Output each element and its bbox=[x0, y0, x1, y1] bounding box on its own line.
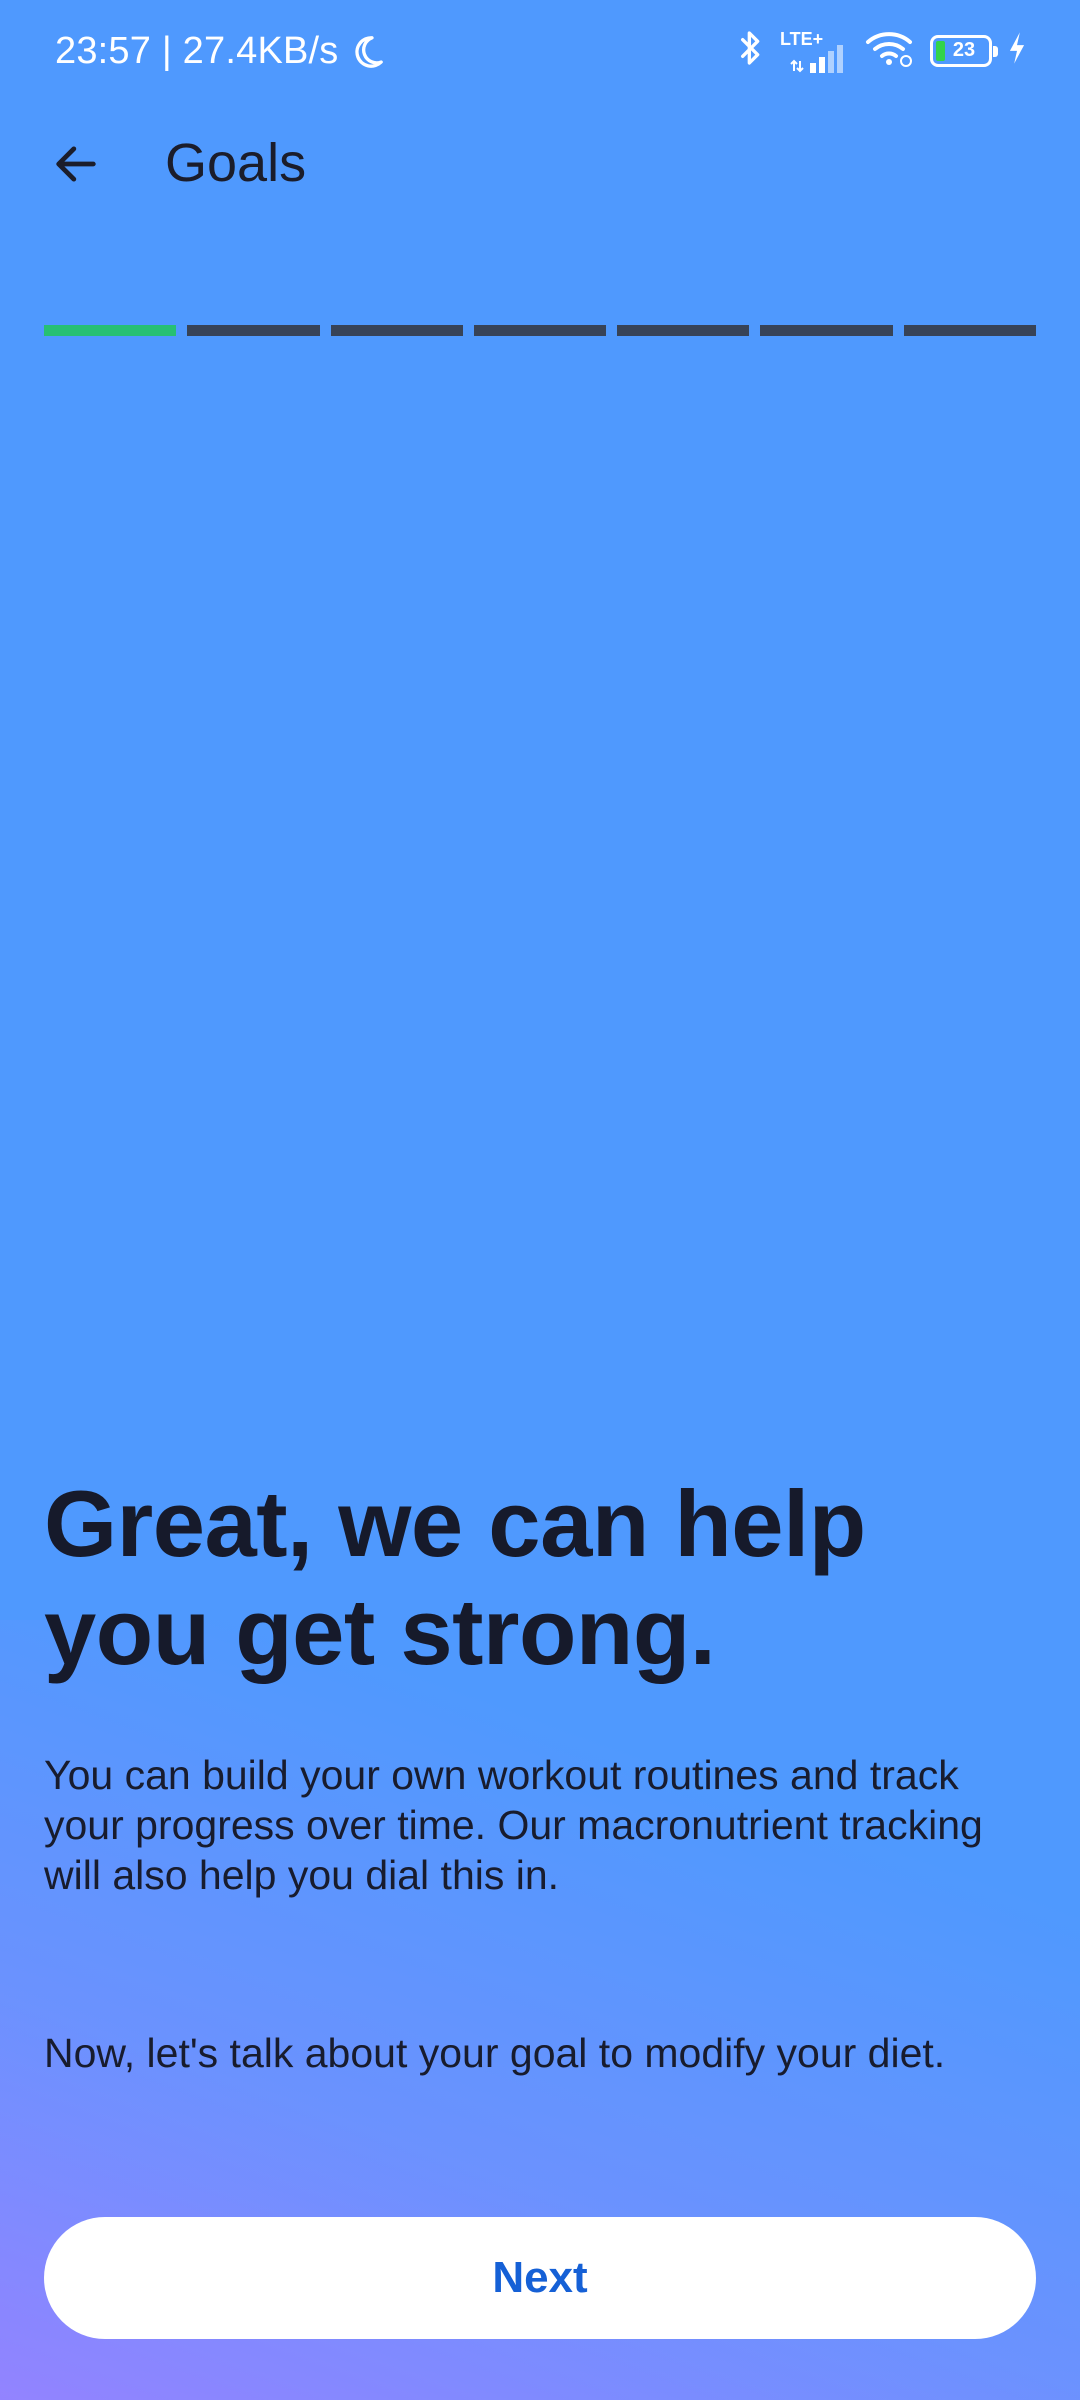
progress-segment bbox=[187, 325, 320, 336]
bluetooth-icon bbox=[736, 28, 766, 73]
moon-icon bbox=[347, 32, 387, 72]
progress-segment bbox=[617, 325, 750, 336]
back-button[interactable] bbox=[40, 128, 112, 200]
progress-segment bbox=[473, 325, 607, 336]
description-paragraph: You can build your own workout routines … bbox=[44, 1752, 983, 1898]
progress-segment bbox=[903, 325, 1036, 336]
page-title: Goals bbox=[165, 133, 307, 193]
app-bar: Goals bbox=[0, 110, 1080, 220]
status-time-speed: 23:57 | 27.4KB/s bbox=[55, 30, 339, 72]
status-bar: 23:57 | 27.4KB/s LTE+ 23 bbox=[0, 0, 1080, 110]
signal-icon: LTE+ bbox=[780, 29, 850, 73]
status-left: 23:57 | 27.4KB/s bbox=[55, 30, 387, 73]
headline: Great, we can help you get strong. bbox=[44, 1471, 866, 1684]
wifi-icon bbox=[864, 28, 916, 73]
prompt-paragraph: Now, let's talk about your goal to modif… bbox=[44, 2030, 946, 2076]
charging-icon bbox=[1006, 31, 1028, 70]
battery-icon: 23 bbox=[930, 34, 998, 67]
arrow-left-icon bbox=[56, 146, 96, 182]
status-right: LTE+ 23 bbox=[722, 28, 1028, 73]
progress-segment bbox=[760, 325, 893, 336]
next-button[interactable]: Next bbox=[44, 2217, 1036, 2339]
progress-segment bbox=[330, 325, 463, 336]
battery-level: 23 bbox=[952, 39, 976, 61]
step-progress bbox=[44, 325, 1036, 336]
screen: 23:57 | 27.4KB/s LTE+ 23 Goals Great, we… bbox=[0, 0, 1080, 2400]
progress-segment bbox=[44, 325, 177, 336]
